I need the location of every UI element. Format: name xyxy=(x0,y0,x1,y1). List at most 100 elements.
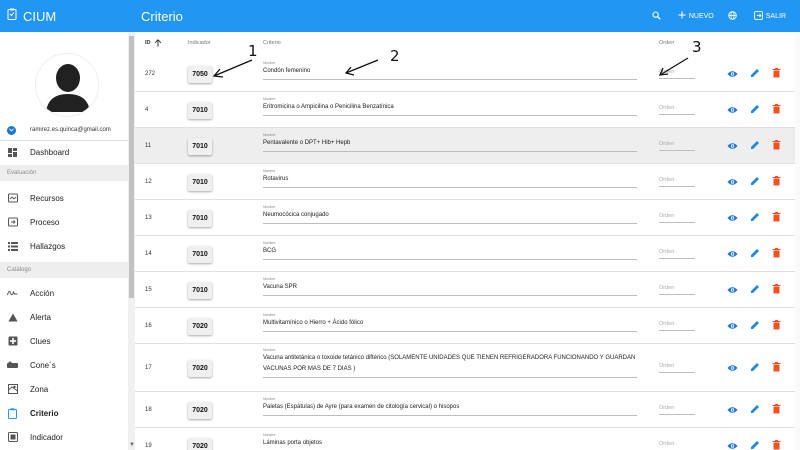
view-button[interactable] xyxy=(726,320,738,332)
criterio-field-value[interactable]: Condón femenino xyxy=(263,66,637,80)
sidebar-item-criterio[interactable]: Criterio xyxy=(0,401,128,425)
table-row[interactable]: 16 7020 Nombre Multivitamínico o Hierro + Á… xyxy=(135,308,800,344)
view-button[interactable] xyxy=(726,284,738,296)
criterio-field[interactable]: Nombre Rotavirus xyxy=(263,169,637,188)
edit-button[interactable] xyxy=(749,140,761,152)
edit-button[interactable] xyxy=(749,284,761,296)
criterio-field-value[interactable]: Multivitamínico o Hierro + Ácido fólico xyxy=(263,318,637,332)
delete-button[interactable] xyxy=(770,362,782,374)
sidebar-item-hallazgos[interactable]: Hallazgos xyxy=(0,234,128,258)
criterio-field[interactable]: Nombre Condón femenino xyxy=(263,61,637,80)
criterio-field-value[interactable]: Vacuna antitetánica o toxoide tetánico d… xyxy=(263,353,637,378)
sidebar-item-cones[interactable]: Cone´s xyxy=(0,353,128,377)
criterio-field-value[interactable]: Rotavirus xyxy=(263,174,637,188)
table-row[interactable]: 11 7010 Nombre Pentavalente o DPT+ Hib+ Hep… xyxy=(135,128,800,164)
delete-button[interactable] xyxy=(770,140,782,152)
edit-button[interactable] xyxy=(749,440,761,450)
orden-input[interactable]: Orden xyxy=(659,441,695,450)
sidebar-item-dashboard[interactable]: Dashboard xyxy=(0,140,128,164)
column-header-indicador[interactable]: Indicador xyxy=(188,40,211,46)
criterio-field-value[interactable]: Vacuna SPR xyxy=(263,282,637,296)
orden-input[interactable]: Orden xyxy=(659,285,695,295)
table-row[interactable]: 15 7010 Nombre Vacuna SPR Orden xyxy=(135,272,800,308)
sidebar-item-alerta[interactable]: Alerta xyxy=(0,305,128,329)
delete-button[interactable] xyxy=(770,320,782,332)
criterio-field-value[interactable]: Neumocócica conjugado xyxy=(263,210,637,224)
search-button[interactable] xyxy=(652,10,664,22)
indicador-chip[interactable]: 7010 xyxy=(188,102,212,119)
sidebar-item-accion[interactable]: Acción xyxy=(0,281,128,305)
view-button[interactable] xyxy=(726,104,738,116)
delete-button[interactable] xyxy=(770,104,782,116)
view-button[interactable] xyxy=(726,248,738,260)
delete-button[interactable] xyxy=(770,68,782,80)
indicador-chip[interactable]: 7050 xyxy=(188,66,212,83)
criterio-field-value[interactable]: Paletas (Espátulas) de Ayre (para examen… xyxy=(263,402,637,416)
view-button[interactable] xyxy=(726,362,738,374)
orden-input[interactable]: Orden xyxy=(659,177,695,187)
table-row[interactable]: 13 7010 Nombre Neumocócica conjugado Orden xyxy=(135,200,800,236)
edit-button[interactable] xyxy=(749,176,761,188)
sidebar-scrollbar[interactable]: ▼ xyxy=(128,32,135,450)
edit-button[interactable] xyxy=(749,404,761,416)
delete-button[interactable] xyxy=(770,440,782,450)
edit-button[interactable] xyxy=(749,362,761,374)
edit-button[interactable] xyxy=(749,104,761,116)
table-row[interactable]: 19 7020 Nombre Láminas porta objetos Orden xyxy=(135,428,800,450)
column-header-criterio[interactable]: Criterio xyxy=(263,40,281,46)
criterio-field[interactable]: Nombre BCG xyxy=(263,241,637,260)
view-button[interactable] xyxy=(726,440,738,450)
indicador-chip[interactable]: 7020 xyxy=(188,360,212,377)
criterio-field-value[interactable]: Eritromicina o Ampicilina o Penicilina B… xyxy=(263,102,637,116)
orden-input[interactable]: Orden xyxy=(659,141,695,151)
edit-button[interactable] xyxy=(749,248,761,260)
column-header-id[interactable]: ID xyxy=(145,39,162,47)
view-button[interactable] xyxy=(726,68,738,80)
sidebar-item-zona[interactable]: Zona xyxy=(0,377,128,401)
sidebar-item-recursos[interactable]: Recursos xyxy=(0,186,128,210)
indicador-chip[interactable]: 7010 xyxy=(188,246,212,263)
edit-button[interactable] xyxy=(749,68,761,80)
orden-input[interactable]: Orden xyxy=(659,321,695,331)
table-row[interactable]: 14 7010 Nombre BCG Orden xyxy=(135,236,800,272)
delete-button[interactable] xyxy=(770,404,782,416)
orden-input[interactable]: Orden xyxy=(659,69,695,79)
criterio-field[interactable]: Nombre Neumocócica conjugado xyxy=(263,205,637,224)
criterio-field[interactable]: Nombre Vacuna antitetánica o toxoide tetá… xyxy=(263,348,637,378)
criterio-field[interactable]: Nombre Vacuna SPR xyxy=(263,277,637,296)
edit-button[interactable] xyxy=(749,320,761,332)
column-header-orden[interactable]: Orden xyxy=(659,40,674,46)
indicador-chip[interactable]: 7010 xyxy=(188,138,212,155)
sidebar-item-indicador[interactable]: Indicador xyxy=(0,425,128,449)
criterio-field[interactable]: Nombre Eritromicina o Ampicilina o Penici… xyxy=(263,97,637,116)
main-scrollbar[interactable] xyxy=(795,32,800,450)
criterio-field[interactable]: Nombre Láminas porta objetos xyxy=(263,433,637,450)
sidebar-item-proceso[interactable]: Proceso xyxy=(0,210,128,234)
orden-input[interactable]: Orden xyxy=(659,213,695,223)
language-button[interactable] xyxy=(728,10,740,22)
criterio-field-value[interactable]: Pentavalente o DPT+ Hib+ Hepb xyxy=(263,138,637,152)
table-row[interactable]: 272 7050 Nombre Condón femenino Orden xyxy=(135,56,800,92)
criterio-field[interactable]: Nombre Multivitamínico o Hierro + Ácido f… xyxy=(263,313,637,332)
table-row[interactable]: 4 7010 Nombre Eritromicina o Ampicilina o P… xyxy=(135,92,800,128)
criterio-field[interactable]: Nombre Paletas (Espátulas) de Ayre (para … xyxy=(263,397,637,416)
view-button[interactable] xyxy=(726,404,738,416)
table-row[interactable]: 12 7010 Nombre Rotavirus Orden xyxy=(135,164,800,200)
criterio-field[interactable]: Nombre Pentavalente o DPT+ Hib+ Hepb xyxy=(263,133,637,152)
delete-button[interactable] xyxy=(770,284,782,296)
view-button[interactable] xyxy=(726,212,738,224)
scrollbar-thumb[interactable] xyxy=(129,36,134,298)
delete-button[interactable] xyxy=(770,176,782,188)
table-row[interactable]: 17 7020 Nombre Vacuna antitetánica o toxoid… xyxy=(135,344,800,392)
view-button[interactable] xyxy=(726,140,738,152)
indicador-chip[interactable]: 7010 xyxy=(188,282,212,299)
edit-button[interactable] xyxy=(749,212,761,224)
new-button[interactable]: NUEVO xyxy=(678,11,714,21)
criterio-field-value[interactable]: Láminas porta objetos xyxy=(263,438,637,450)
view-button[interactable] xyxy=(726,176,738,188)
orden-input[interactable]: Orden xyxy=(659,363,695,373)
delete-button[interactable] xyxy=(770,248,782,260)
orden-input[interactable]: Orden xyxy=(659,405,695,415)
table-row[interactable]: 18 7020 Nombre Paletas (Espátulas) de Ayre … xyxy=(135,392,800,428)
indicador-chip[interactable]: 7020 xyxy=(188,402,212,419)
